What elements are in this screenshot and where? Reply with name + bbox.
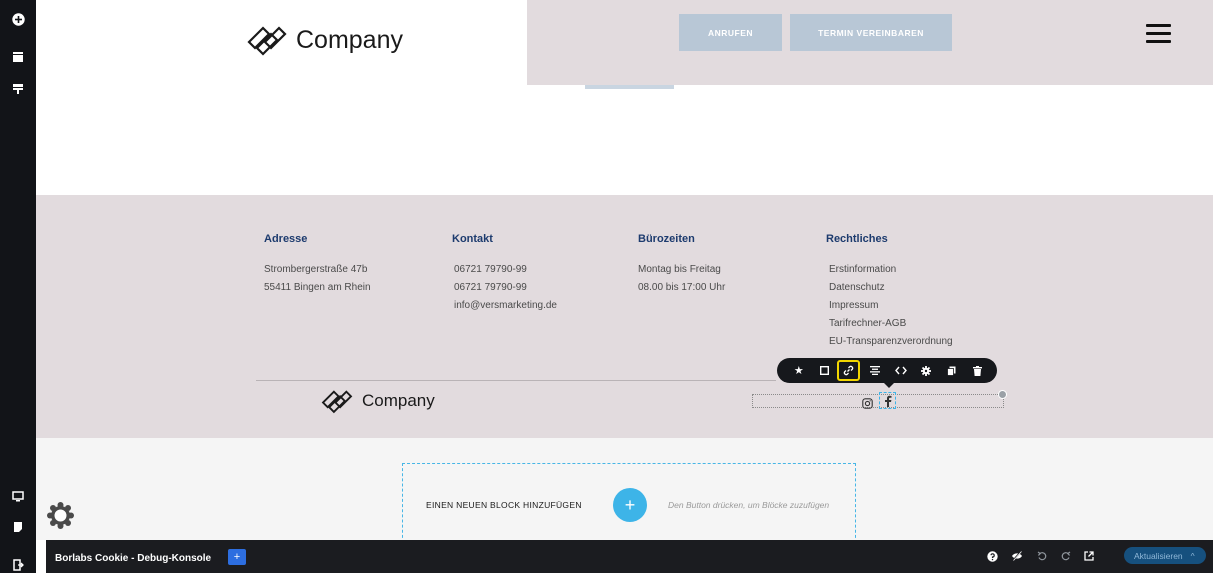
footer-hours-line: 08.00 bis 17:00 Uhr	[638, 282, 726, 293]
cookie-settings-icon[interactable]	[47, 502, 74, 529]
footer-legal-link[interactable]: EU-Transparenzverordnung	[829, 333, 953, 351]
footer-fax-link[interactable]: 06721 79790-99	[454, 279, 527, 297]
update-button[interactable]: Aktualisieren ^	[1124, 547, 1206, 564]
footer-logo[interactable]: Company	[320, 387, 435, 415]
copy-icon[interactable]	[939, 360, 965, 381]
desktop-icon[interactable]	[9, 487, 27, 505]
footer-address-line: Strombergerstraße 47b	[264, 264, 368, 275]
footer-address-line: 55411 Bingen am Rhein	[264, 282, 371, 293]
footer-legal-link[interactable]: Datenschutz	[829, 279, 885, 297]
footer-hours-line: Montag bis Freitag	[638, 264, 721, 275]
add-icon[interactable]	[9, 10, 27, 28]
logo-text: Company	[296, 25, 403, 54]
chevron-up-icon: ^	[1190, 550, 1195, 561]
instagram-icon[interactable]	[862, 396, 873, 409]
footer-legal-title: Rechtliches	[826, 233, 888, 245]
selected-element-outline[interactable]	[752, 394, 1004, 408]
footer-email-link[interactable]: info@versmarketing.de	[454, 297, 557, 315]
add-block-hint: Den Button drücken, um Blöcke zuzufügen	[668, 500, 830, 510]
star-icon[interactable]: ★	[786, 360, 812, 381]
undo-icon[interactable]	[1034, 548, 1050, 564]
debug-console-title: Borlabs Cookie - Debug-Konsole	[55, 553, 212, 564]
visibility-off-icon[interactable]	[1009, 548, 1025, 564]
footer-divider	[256, 380, 776, 381]
update-button-label: Aktualisieren	[1134, 550, 1183, 561]
footer-legal-link[interactable]: Erstinformation	[829, 261, 896, 279]
code-icon[interactable]	[888, 360, 914, 381]
footer-hours-title: Bürozeiten	[638, 233, 695, 245]
align-icon[interactable]	[863, 360, 889, 381]
add-block-label: EINEN NEUEN BLOCK HINZUFÜGEN	[426, 500, 582, 510]
page-icon[interactable]	[9, 518, 27, 536]
element-toolbar: ★	[777, 358, 997, 383]
footer-legal-link[interactable]: Impressum	[829, 297, 878, 315]
debug-console-expand-button[interactable]: +	[228, 549, 246, 565]
facebook-icon[interactable]	[879, 392, 896, 409]
page-editor: { "header": { "logo_text": "Company", "c…	[0, 0, 1213, 573]
external-link-icon[interactable]	[1081, 548, 1097, 564]
header-accent-strip	[585, 85, 674, 89]
help-icon[interactable]	[984, 548, 1000, 564]
footer-legal-link[interactable]: Tarifrechner-AGB	[829, 315, 906, 333]
call-button[interactable]: ANRUFEN	[679, 14, 782, 51]
appointment-button[interactable]: TERMIN VEREINBAREN	[790, 14, 952, 51]
footer-contact-title: Kontakt	[452, 233, 493, 245]
footer	[36, 195, 1213, 438]
footer-phone-link[interactable]: 06721 79790-99	[454, 261, 527, 279]
logo-mark-icon	[247, 26, 287, 56]
logo-mark-icon	[321, 390, 353, 414]
footer-logo-text: Company	[362, 391, 435, 410]
gear-icon[interactable]	[914, 360, 940, 381]
hamburger-icon[interactable]	[1146, 24, 1171, 43]
exit-icon[interactable]	[9, 556, 27, 573]
redo-icon[interactable]	[1058, 548, 1074, 564]
square-icon[interactable]	[812, 360, 838, 381]
header-logo[interactable]: Company	[246, 22, 403, 58]
link-icon[interactable]	[837, 360, 860, 381]
element-toolbar-pointer	[884, 383, 894, 388]
trash-icon[interactable]	[965, 360, 991, 381]
footer-address-title: Adresse	[264, 233, 308, 245]
columns-icon[interactable]	[9, 80, 27, 98]
layout-icon[interactable]	[9, 48, 27, 66]
add-block-button[interactable]: +	[613, 488, 647, 522]
resize-handle[interactable]	[998, 390, 1007, 399]
